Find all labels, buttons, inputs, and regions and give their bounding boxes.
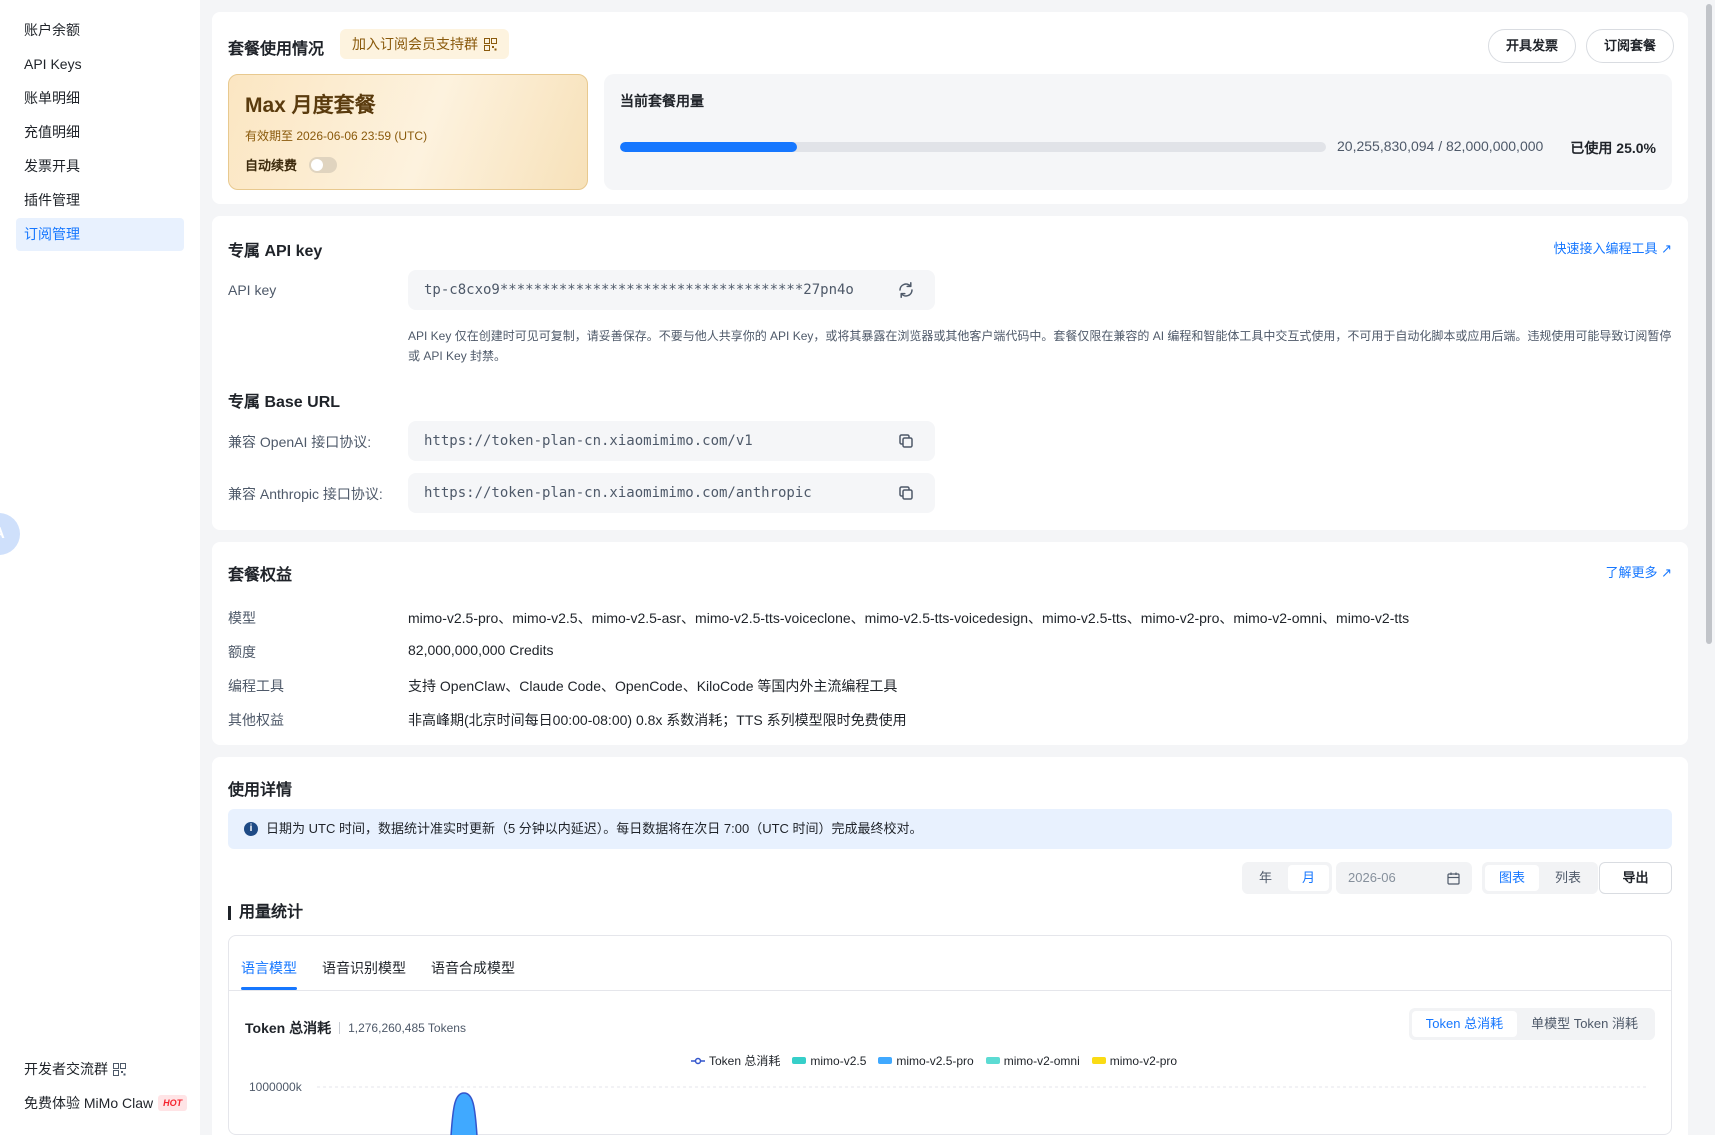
sidebar-item-bill-details[interactable]: 账单明细 bbox=[16, 82, 184, 115]
developer-community-label: 开发者交流群 bbox=[24, 1061, 108, 1077]
info-banner: i 日期为 UTC 时间，数据统计准实时更新（5 分钟以内延迟）。每日数据将在次… bbox=[228, 809, 1672, 849]
sidebar-nav: 账户余额 API Keys 账单明细 充值明细 发票开具 插件管理 订阅管理 bbox=[16, 14, 184, 252]
openai-protocol-label: 兼容 OpenAI 接口协议: bbox=[228, 434, 372, 450]
benefit-label-tools: 编程工具 bbox=[228, 678, 284, 694]
member-group-label: 加入订阅会员支持群 bbox=[352, 36, 478, 52]
subscription-title: 套餐使用情况 bbox=[228, 41, 325, 58]
refresh-icon[interactable] bbox=[897, 281, 915, 299]
period-month[interactable]: 月 bbox=[1288, 865, 1330, 891]
api-key-field: tp-c8cxo9*******************************… bbox=[408, 270, 935, 310]
learn-more-link[interactable]: 了解更多 ↗ bbox=[1605, 562, 1672, 581]
developer-community-link[interactable]: 开发者交流群 bbox=[24, 1052, 194, 1086]
openai-url-field: https://token-plan-cn.xiaomimimo.com/v1 bbox=[408, 421, 935, 461]
auto-renew-label: 自动续费 bbox=[245, 158, 298, 173]
copy-icon[interactable] bbox=[897, 432, 915, 450]
period-switch: 年 月 bbox=[1242, 862, 1333, 894]
auto-renew-toggle[interactable] bbox=[309, 156, 338, 173]
mimo-claw-label: 免费体验 MiMo Claw bbox=[24, 1095, 154, 1111]
sidebar: 账户余额 API Keys 账单明细 充值明细 发票开具 插件管理 订阅管理 开… bbox=[0, 0, 200, 1135]
subscription-card: 套餐使用情况 加入订阅会员支持群 开具发票 订阅套餐 Max 月度套餐 有效期至… bbox=[212, 12, 1688, 204]
member-group-tag[interactable]: 加入订阅会员支持群 bbox=[340, 29, 509, 59]
view-chart[interactable]: 图表 bbox=[1485, 865, 1540, 891]
export-button[interactable]: 导出 bbox=[1599, 862, 1672, 894]
anthropic-url-value: https://token-plan-cn.xiaomimimo.com/ant… bbox=[424, 485, 812, 501]
benefits-card: 套餐权益 了解更多 ↗ 模型 mimo-v2.5-pro、mimo-v2.5、m… bbox=[212, 542, 1688, 745]
api-key-title: 专属 API key bbox=[228, 243, 323, 260]
copy-icon[interactable] bbox=[897, 484, 915, 502]
plan-expire: 有效期至 2026-06-06 23:59 (UTC) bbox=[245, 129, 428, 143]
scrollbar[interactable] bbox=[1703, 0, 1715, 1135]
sidebar-item-subscription[interactable]: 订阅管理 bbox=[16, 218, 184, 251]
period-year[interactable]: 年 bbox=[1245, 865, 1286, 891]
usage-progress-bar bbox=[620, 142, 1326, 152]
api-key-value: tp-c8cxo9*******************************… bbox=[424, 282, 854, 298]
benefit-value-tools: 支持 OpenClaw、Claude Code、OpenCode、KiloCod… bbox=[408, 678, 898, 694]
plan-card: Max 月度套餐 有效期至 2026-06-06 23:59 (UTC) 自动续… bbox=[228, 74, 588, 190]
mimo-claw-link[interactable]: 免费体验 MiMo Claw HOT bbox=[24, 1086, 194, 1120]
usage-stats-title: 用量统计 bbox=[228, 905, 303, 921]
api-key-card: 专属 API key 快速接入编程工具 ↗ API key tp-c8cxo9*… bbox=[212, 216, 1688, 530]
benefit-label-quota: 额度 bbox=[228, 644, 256, 660]
usage-detail-card: 使用详情 i 日期为 UTC 时间，数据统计准实时更新（5 分钟以内延迟）。每日… bbox=[212, 757, 1688, 1135]
sidebar-item-invoice[interactable]: 发票开具 bbox=[16, 150, 184, 183]
qrcode-icon bbox=[113, 1062, 126, 1076]
benefit-value-models: mimo-v2.5-pro、mimo-v2.5、mimo-v2.5-asr、mi… bbox=[408, 610, 1410, 626]
usage-chart bbox=[317, 1086, 1649, 1135]
subscribe-plan-button[interactable]: 订阅套餐 bbox=[1586, 29, 1675, 63]
base-url-title: 专属 Base URL bbox=[228, 394, 341, 411]
anthropic-protocol-label: 兼容 Anthropic 接口协议: bbox=[228, 486, 383, 502]
benefit-value-quota: 82,000,000,000 Credits bbox=[408, 642, 554, 658]
auto-renew: 自动续费 bbox=[245, 155, 338, 174]
translate-icon: A bbox=[0, 525, 5, 543]
view-list[interactable]: 列表 bbox=[1541, 865, 1595, 891]
sidebar-item-api-keys[interactable]: API Keys bbox=[16, 48, 184, 81]
plan-name: Max 月度套餐 bbox=[245, 94, 376, 117]
api-key-label: API key bbox=[228, 282, 277, 298]
sidebar-item-plugins[interactable]: 插件管理 bbox=[16, 184, 184, 217]
info-text: 日期为 UTC 时间，数据统计准实时更新（5 分钟以内延迟）。每日数据将在次日 … bbox=[266, 821, 923, 836]
calendar-icon bbox=[1447, 872, 1460, 885]
anthropic-url-field: https://token-plan-cn.xiaomimimo.com/ant… bbox=[408, 473, 935, 513]
usage-progress-fill bbox=[620, 142, 797, 152]
invoice-button[interactable]: 开具发票 bbox=[1488, 29, 1577, 63]
month-picker-value: 2026-06 bbox=[1348, 870, 1396, 885]
benefit-label-other: 其他权益 bbox=[228, 712, 284, 728]
usage-percent: 已使用 25.0% bbox=[1570, 140, 1656, 156]
usage-panel: 当前套餐用量 20,255,830,094 / 82,000,000,000 已… bbox=[604, 74, 1672, 190]
api-key-warning: API Key 仅在创建时可见可复制，请妥善保存。不要与他人共享你的 API K… bbox=[408, 329, 1672, 363]
openai-url-value: https://token-plan-cn.xiaomimimo.com/v1 bbox=[424, 433, 753, 449]
view-switch: 图表 列表 bbox=[1482, 862, 1599, 894]
hot-badge: HOT bbox=[158, 1095, 188, 1111]
usage-title: 当前套餐用量 bbox=[620, 93, 704, 109]
quick-connect-link[interactable]: 快速接入编程工具 ↗ bbox=[1553, 238, 1672, 257]
info-icon: i bbox=[244, 822, 258, 836]
chart-area-mimo-v25-pro bbox=[451, 1093, 477, 1135]
usage-detail-title: 使用详情 bbox=[228, 782, 293, 799]
benefits-title: 套餐权益 bbox=[228, 567, 293, 584]
usage-numbers: 20,255,830,094 / 82,000,000,000 bbox=[1337, 138, 1544, 154]
sidebar-item-recharge-details[interactable]: 充值明细 bbox=[16, 116, 184, 149]
usage-stats-panel: 语言模型 语音识别模型 语音合成模型 Token 总消耗 1,276,260,4… bbox=[228, 935, 1672, 1135]
sidebar-bottom: 开发者交流群 免费体验 MiMo Claw HOT bbox=[24, 1052, 194, 1120]
benefit-label-models: 模型 bbox=[228, 610, 256, 626]
sidebar-item-account-balance[interactable]: 账户余额 bbox=[16, 14, 184, 47]
benefit-value-other: 非高峰期(北京时间每日00:00-08:00) 0.8x 系数消耗；TTS 系列… bbox=[408, 712, 907, 728]
month-picker[interactable]: 2026-06 bbox=[1336, 862, 1472, 894]
scrollbar-thumb[interactable] bbox=[1706, 4, 1712, 644]
qrcode-icon bbox=[484, 37, 497, 51]
